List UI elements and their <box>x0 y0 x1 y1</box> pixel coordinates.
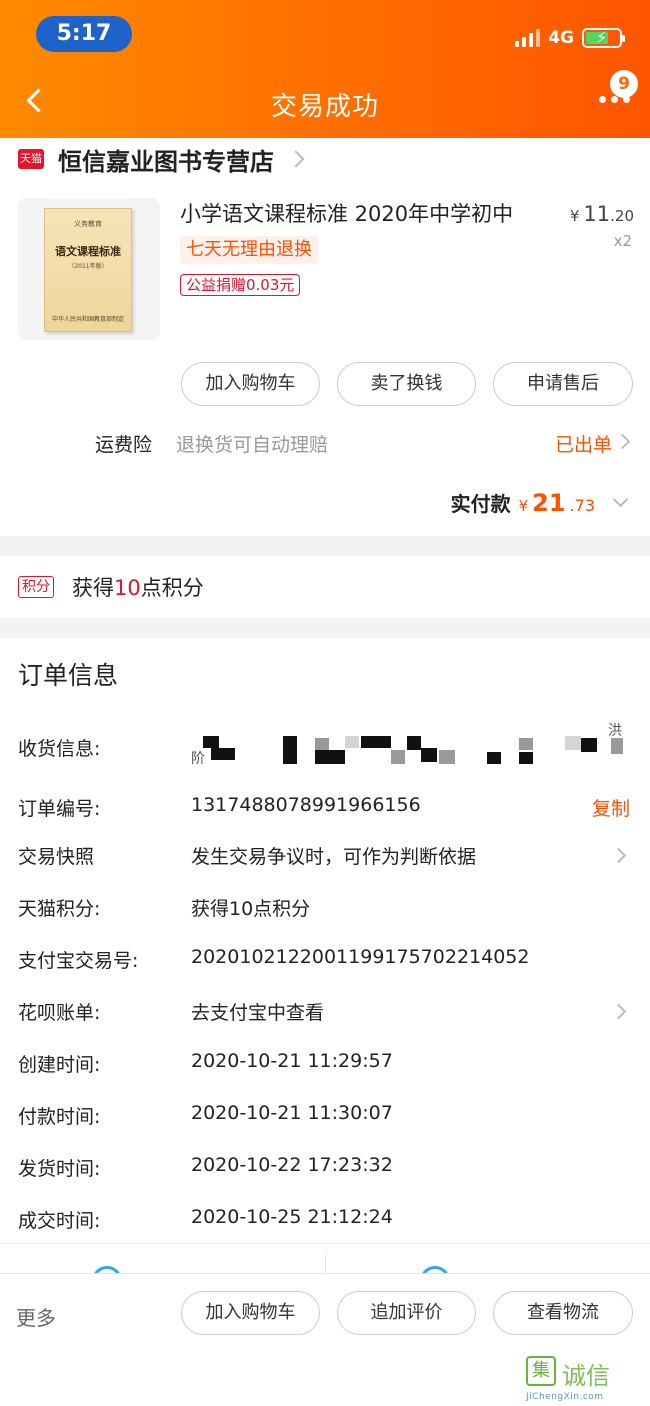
tmall-points-value: 获得10点积分 <box>191 898 311 920</box>
completed-time-value: 2020-10-25 21:12:24 <box>191 1206 393 1228</box>
product-image[interactable]: 义务教育 语文课程标准 （2011年版） 中华人民共和国教育部制定 <box>18 198 160 340</box>
chevron-right-icon <box>287 150 305 168</box>
huabei-bill-value[interactable]: 去支付宝中查看 <box>191 998 324 1025</box>
phone-icon[interactable] <box>420 1266 450 1273</box>
order-info-section: 订单信息 收货信息: 洪 阶 订单编号: 1317488078991966156… <box>0 638 650 1243</box>
points-text: 获得10点积分 <box>72 576 204 600</box>
points-tag: 积分 <box>18 576 54 598</box>
page-title: 交易成功 <box>270 92 379 122</box>
tmall-points-label: 天猫积分: <box>18 898 101 920</box>
address-text-fragment: 洪 <box>608 723 622 739</box>
snapshot-value[interactable]: 发生交易争议时，可作为判断依据 <box>191 842 476 869</box>
product-title[interactable]: 小学语文课程标准 2020年中学初中 <box>180 198 550 228</box>
watermark-url: JiChengXin.com <box>526 1392 604 1402</box>
paid-time-label: 付款时间: <box>18 1106 101 1128</box>
chat-icon[interactable] <box>92 1266 122 1273</box>
view-logistics-button[interactable]: 查看物流 <box>493 1291 633 1335</box>
chevron-right-icon <box>610 847 627 864</box>
return-policy-tag: 七天无理由退换 <box>180 236 318 264</box>
points-section: 积分 获得10点积分 <box>0 556 650 618</box>
chevron-right-icon <box>614 433 631 450</box>
completed-time-label: 成交时间: <box>18 1210 101 1232</box>
watermark-logo: 集 诚信 JiChengXin.com <box>526 1356 644 1404</box>
tmall-logo-icon: 天猫 <box>18 149 44 169</box>
total-paid[interactable]: 实付款 ¥ 21 .73 <box>451 488 629 517</box>
more-button[interactable]: 更多 <box>16 1302 56 1331</box>
after-sales-button[interactable]: 申请售后 <box>493 362 633 406</box>
watermark-text: 诚信 <box>562 1362 610 1390</box>
shop-name: 恒信嘉业图书专营店 <box>58 147 274 176</box>
contact-row-partial <box>0 1243 650 1273</box>
status-indicators: 4G ⚡ <box>515 26 625 50</box>
product-price: ¥11.20 <box>569 202 634 226</box>
chevron-right-icon <box>610 1003 627 1020</box>
shipping-insurance-label: 运费险 <box>95 434 153 456</box>
add-review-button[interactable]: 追加评价 <box>337 1291 476 1335</box>
huabei-bill-label[interactable]: 花呗账单: <box>18 998 100 1025</box>
shop-link[interactable]: 天猫 恒信嘉业图书专营店 <box>18 142 305 176</box>
shipping-insurance-desc: 退换货可自动理赔 <box>176 434 329 456</box>
resell-button[interactable]: 卖了换钱 <box>337 362 476 406</box>
chevron-down-icon <box>612 491 629 508</box>
message-count-badge: 9 <box>610 70 638 98</box>
watermark-icon: 集 <box>526 1356 556 1386</box>
alipay-trade-value: 2020102122001199175702214052 <box>191 946 530 968</box>
order-info-title: 订单信息 <box>18 661 119 690</box>
snapshot-label[interactable]: 交易快照 <box>18 842 94 869</box>
product-section: 天猫 恒信嘉业图书专营店 义务教育 语文课程标准 （2011年版） 中华人民共和… <box>0 138 650 536</box>
redacted-address <box>191 734 631 774</box>
product-quantity: x2 <box>613 232 632 250</box>
battery-icon: ⚡ <box>582 28 625 48</box>
shipped-time-value: 2020-10-22 17:23:32 <box>191 1154 393 1176</box>
signal-icon <box>515 29 541 47</box>
status-time: 5:17 <box>36 16 132 52</box>
shipped-time-label: 发货时间: <box>18 1158 101 1180</box>
book-cover: 义务教育 语文课程标准 （2011年版） 中华人民共和国教育部制定 <box>44 208 132 332</box>
add-to-cart-button[interactable]: 加入购物车 <box>181 362 320 406</box>
created-time-value: 2020-10-21 11:29:57 <box>191 1050 393 1072</box>
alipay-trade-label: 支付宝交易号: <box>18 950 139 972</box>
shipping-insurance-status[interactable]: 已出单 <box>555 430 612 457</box>
address-text-fragment: 阶 <box>191 751 205 767</box>
address-label: 收货信息: <box>18 738 101 760</box>
divider <box>325 1254 326 1273</box>
created-time-label: 创建时间: <box>18 1054 101 1076</box>
add-to-cart-button[interactable]: 加入购物车 <box>181 1291 320 1335</box>
copy-button[interactable]: 复制 <box>592 794 630 821</box>
charity-tag: 公益捐赠0.03元 <box>180 274 301 296</box>
network-label: 4G <box>548 28 574 48</box>
paid-time-value: 2020-10-21 11:30:07 <box>191 1102 393 1124</box>
order-number-label: 订单编号: <box>18 798 101 820</box>
header-bar: 5:17 4G ⚡ 交易成功 9 <box>0 0 650 138</box>
order-number-value: 1317488078991966156 <box>191 794 421 816</box>
